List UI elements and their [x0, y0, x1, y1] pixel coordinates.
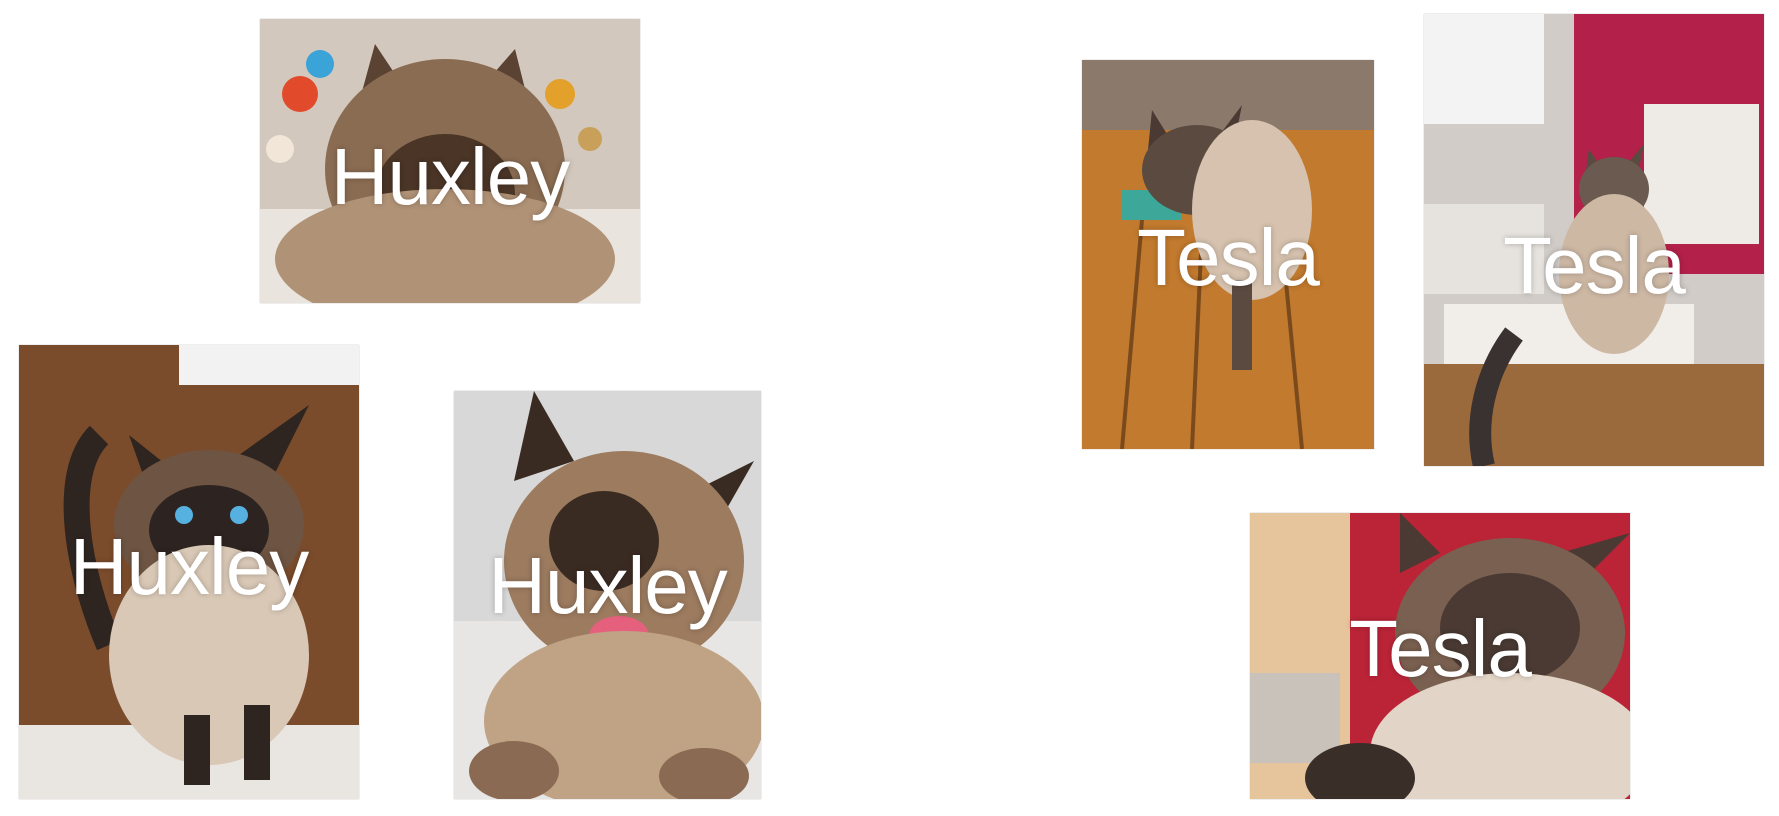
huxley-photo-1: Huxley — [260, 19, 640, 303]
photo-caption: Tesla — [1137, 213, 1320, 302]
huxley-photo-3: Huxley — [454, 391, 761, 799]
tesla-photo-2: Tesla — [1424, 14, 1764, 466]
photo-caption: Huxley — [488, 541, 728, 630]
photo-caption: Huxley — [330, 132, 571, 221]
tesla-photo-3: Tesla — [1250, 513, 1630, 799]
photo-caption: Tesla — [1349, 604, 1532, 693]
photo-caption: Huxley — [69, 522, 310, 611]
photo-caption: Tesla — [1503, 221, 1686, 310]
tesla-photo-1: Tesla — [1082, 60, 1374, 449]
huxley-photo-2: Huxley — [19, 345, 359, 799]
